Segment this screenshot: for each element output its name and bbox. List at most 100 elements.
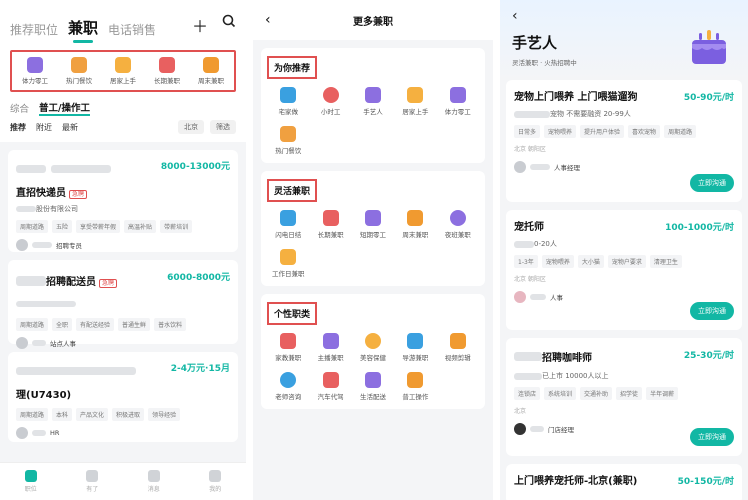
job-card[interactable]: 8000-13000元 直招快递员 急聘 股份有限公司 周期道路 五险 享受带薪年… [8,150,238,252]
grid-item[interactable]: 长期兼职 [309,210,351,239]
urgent-badge: 急聘 [69,190,88,199]
grid-item[interactable]: 老师咨询 [267,372,309,401]
tab-part-time[interactable]: 兼职 [68,17,98,43]
job-location: 北京 [514,408,527,415]
grid-item[interactable]: 夜班兼职 [437,210,479,239]
city-selector[interactable]: 北京 [178,120,204,134]
job-tags: 周期道路 五险 享受带薪年假 高温补贴 带薪培训 [16,220,230,233]
job-tags: 1-3年 宠物喂养 大小猫 宠物户要求 清理卫生 [514,255,734,268]
job-location: 北京 朝阳区 [514,146,546,153]
company-info: 宠物 不需要融资 20-99人 [550,110,631,118]
screenshot-root: 推荐职位 兼职 电话销售 ＋ 体力零工 热门餐饮 居家上手 长期兼职 周末兼职 … [0,0,748,500]
category-home[interactable]: 居家上手 [104,57,142,85]
grid-item[interactable]: 体力零工 [437,87,479,116]
grid-item[interactable]: 宅家做 [267,87,309,116]
avatar [16,427,28,439]
nav-messages[interactable]: 消息 [147,470,160,493]
grid-item[interactable]: 汽车代驾 [309,372,351,401]
category-catering[interactable]: 热门餐饮 [60,57,98,85]
back-arrow-icon[interactable]: ‹ [512,8,736,24]
section-title: 灵活兼职 [267,179,318,202]
craftsman-jobs-screen: ‹ 手艺人 灵活兼职 · 火热招聘中 宠物上门喂养 上门喂猫遛狗 50-90元/… [500,0,748,500]
avatar [16,239,28,251]
job-location: 北京 朝阳区 [514,276,546,283]
plus-icon[interactable]: ＋ [192,13,208,37]
job-tags: 日常多 宠物喂养 提升用户体验 喜欢宠物 周期道路 [514,125,734,138]
avatar [514,291,526,303]
nav-jobs[interactable]: 职位 [24,470,37,493]
avatar [514,423,526,435]
worker-icon [364,210,381,226]
job-salary: 50-150元/时 [677,477,734,487]
sub-tabs: 综合 普工/操作工 [10,100,236,116]
tab-phone-sales[interactable]: 电话销售 [108,21,156,38]
grid-item[interactable]: 美容保健 [352,333,394,362]
chat-now-button[interactable]: 立即沟通 [690,428,734,446]
company-info: 已上市 10000人以上 [542,372,609,380]
nav-discover[interactable]: 有了 [86,470,98,493]
filter-recommend[interactable]: 推荐 [10,122,26,133]
job-card[interactable]: 招聘配送员 急聘 6000-8000元 周期道路 全职 有配送经验 普通生鲜 普水… [8,260,238,349]
grid-item[interactable]: 闪电日结 [267,210,309,239]
filter-button[interactable]: 筛选 [210,120,236,134]
calendar-icon [322,210,339,226]
job-title: 招聘配送员 [46,277,96,288]
tab-recommended[interactable]: 推荐职位 [10,21,58,38]
grid-item[interactable]: 手艺人 [352,87,394,116]
section-recommended: 为你推荐 宅家做 小时工 手艺人 居家上手 体力零工 热门餐饮 [261,48,485,163]
chat-now-button[interactable]: 立即沟通 [690,302,734,320]
car-icon [322,372,339,388]
company-info: 0-20人 [534,240,557,248]
filter-latest[interactable]: 最新 [62,122,78,133]
calendar-icon [159,57,175,73]
recruiter-row: 站点人事 [16,337,230,349]
grid-item[interactable]: 普工操作 [394,372,436,401]
chat-now-button[interactable]: 立即沟通 [690,174,734,192]
grid-item[interactable]: 视频剪辑 [437,333,479,362]
grid-item[interactable]: 小时工 [309,87,351,116]
grid-item[interactable]: 热门餐饮 [267,126,309,155]
top-actions: ＋ [192,13,236,37]
recruiter-title: 门店经理 [548,426,574,434]
job-card[interactable]: 上门喂养宠托师-北京(兼职) 50-150元/时 [506,464,742,500]
job-list-screen: 推荐职位 兼职 电话销售 ＋ 体力零工 热门餐饮 居家上手 长期兼职 周末兼职 … [0,0,246,500]
job-salary: 6000-8000元 [167,273,230,283]
recruiter-title: 招聘专员 [56,242,82,250]
grid-item[interactable]: 家教兼职 [267,333,309,362]
job-salary: 2-4万元·15月 [170,364,230,374]
subtab-worker[interactable]: 普工/操作工 [39,100,90,116]
grid-item[interactable]: 短期零工 [352,210,394,239]
recruiter-row: 人事经理 [514,161,734,173]
grid-item[interactable]: 周末兼职 [394,210,436,239]
grid-item[interactable]: 导游兼职 [394,333,436,362]
recruiter-title: 人事 [550,294,563,302]
page-title: 更多兼职 [353,16,393,28]
grid-item[interactable]: 工作日兼职 [267,249,309,278]
nav-me[interactable]: 我的 [209,470,221,493]
grid-item[interactable]: 生活配送 [352,372,394,401]
category-manual-labor[interactable]: 体力零工 [16,57,54,85]
section-title: 为你推荐 [267,56,318,79]
job-card[interactable]: 宠物上门喂养 上门喂猫遛狗 50-90元/时 宠物 不需要融资 20-99人 日… [506,80,742,202]
recruiter-title: HR [50,429,60,437]
subtab-all[interactable]: 综合 [10,101,29,115]
category-weekend[interactable]: 周末兼职 [192,57,230,85]
job-card[interactable]: 宠托师 100-1000元/时 0-20人 1-3年 宠物喂养 大小猫 宠物户要… [506,210,742,330]
flag-icon [407,333,424,349]
job-card[interactable]: 招聘咖啡师 25-30元/时 已上市 10000人以上 连锁店 系统培训 交通补… [506,338,742,456]
job-card[interactable]: 2-4万元·15月 理(U7430) 周期道路 本科 产品文化 积极进取 领导经… [8,352,238,442]
home-icon [280,87,297,103]
tool-icon [407,372,424,388]
job-tags: 周期道路 本科 产品文化 积极进取 领导经验 [16,408,230,421]
cup-icon [203,57,219,73]
back-arrow-icon[interactable]: ‹ [265,12,271,28]
grid-item[interactable]: 主播兼职 [309,333,351,362]
job-title: 理(U7430) [16,390,72,401]
recruiter-row: HR [16,427,230,439]
filter-nearby[interactable]: 附近 [36,122,52,133]
grid-item[interactable]: 居家上手 [394,87,436,116]
avatar [514,161,526,173]
category-long-term[interactable]: 长期兼职 [148,57,186,85]
video-icon [322,333,339,349]
search-icon[interactable] [222,13,236,37]
